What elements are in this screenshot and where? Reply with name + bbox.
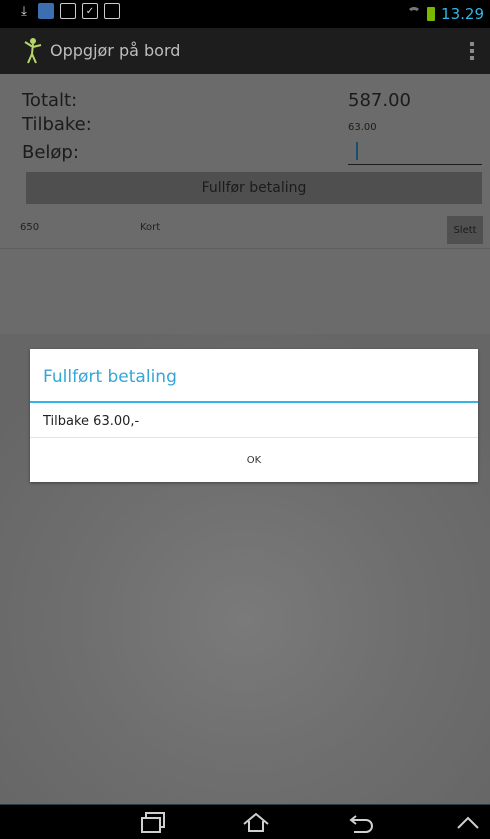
- dialog-message: Tilbake 63.00,-: [43, 414, 140, 429]
- delete-payment-button[interactable]: Slett: [447, 216, 483, 244]
- checkbox-icon: ✓: [82, 3, 98, 19]
- app-notification-icon: [38, 3, 54, 19]
- payment-amount: 650: [20, 222, 40, 233]
- calendar-icon: [104, 3, 120, 19]
- battery-icon: [427, 7, 436, 21]
- navigation-bar: [0, 804, 490, 839]
- download-icon: ⤓: [21, 3, 27, 19]
- home-icon[interactable]: [242, 810, 270, 834]
- complete-payment-button[interactable]: Fullfør betaling: [26, 172, 482, 204]
- dialog-title-divider: [30, 401, 478, 403]
- image-icon: [60, 3, 76, 19]
- dialog-title: Fullført betaling: [43, 367, 177, 387]
- change-value: 63.00: [348, 122, 377, 133]
- overflow-menu-icon[interactable]: [470, 42, 476, 60]
- payment-row: 650 Kort Slett: [0, 212, 490, 249]
- status-bar: ⤓ ✓ 13.29: [0, 0, 490, 28]
- text-cursor: [356, 142, 358, 160]
- clock: 13.29: [441, 5, 484, 23]
- payment-complete-dialog: Fullført betaling Tilbake 63.00,- OK: [30, 349, 478, 482]
- page-title: Oppgjør på bord: [50, 41, 181, 60]
- amount-label: Beløp:: [22, 142, 79, 163]
- change-label: Tilbake:: [22, 114, 92, 135]
- payment-type: Kort: [140, 222, 161, 233]
- app-logo-icon[interactable]: [20, 36, 44, 64]
- notification-icons: ⤓ ✓: [16, 3, 120, 19]
- total-label: Totalt:: [22, 90, 78, 111]
- amount-input[interactable]: [348, 142, 482, 165]
- back-icon[interactable]: [348, 810, 376, 834]
- system-status: 13.29: [407, 5, 484, 23]
- action-bar: Oppgjør på bord: [0, 28, 490, 74]
- recent-apps-icon[interactable]: [138, 810, 166, 834]
- menu-up-icon[interactable]: [454, 810, 482, 834]
- wifi-icon: [407, 7, 422, 21]
- total-value: 587.00: [348, 90, 411, 111]
- ok-button[interactable]: OK: [30, 438, 478, 482]
